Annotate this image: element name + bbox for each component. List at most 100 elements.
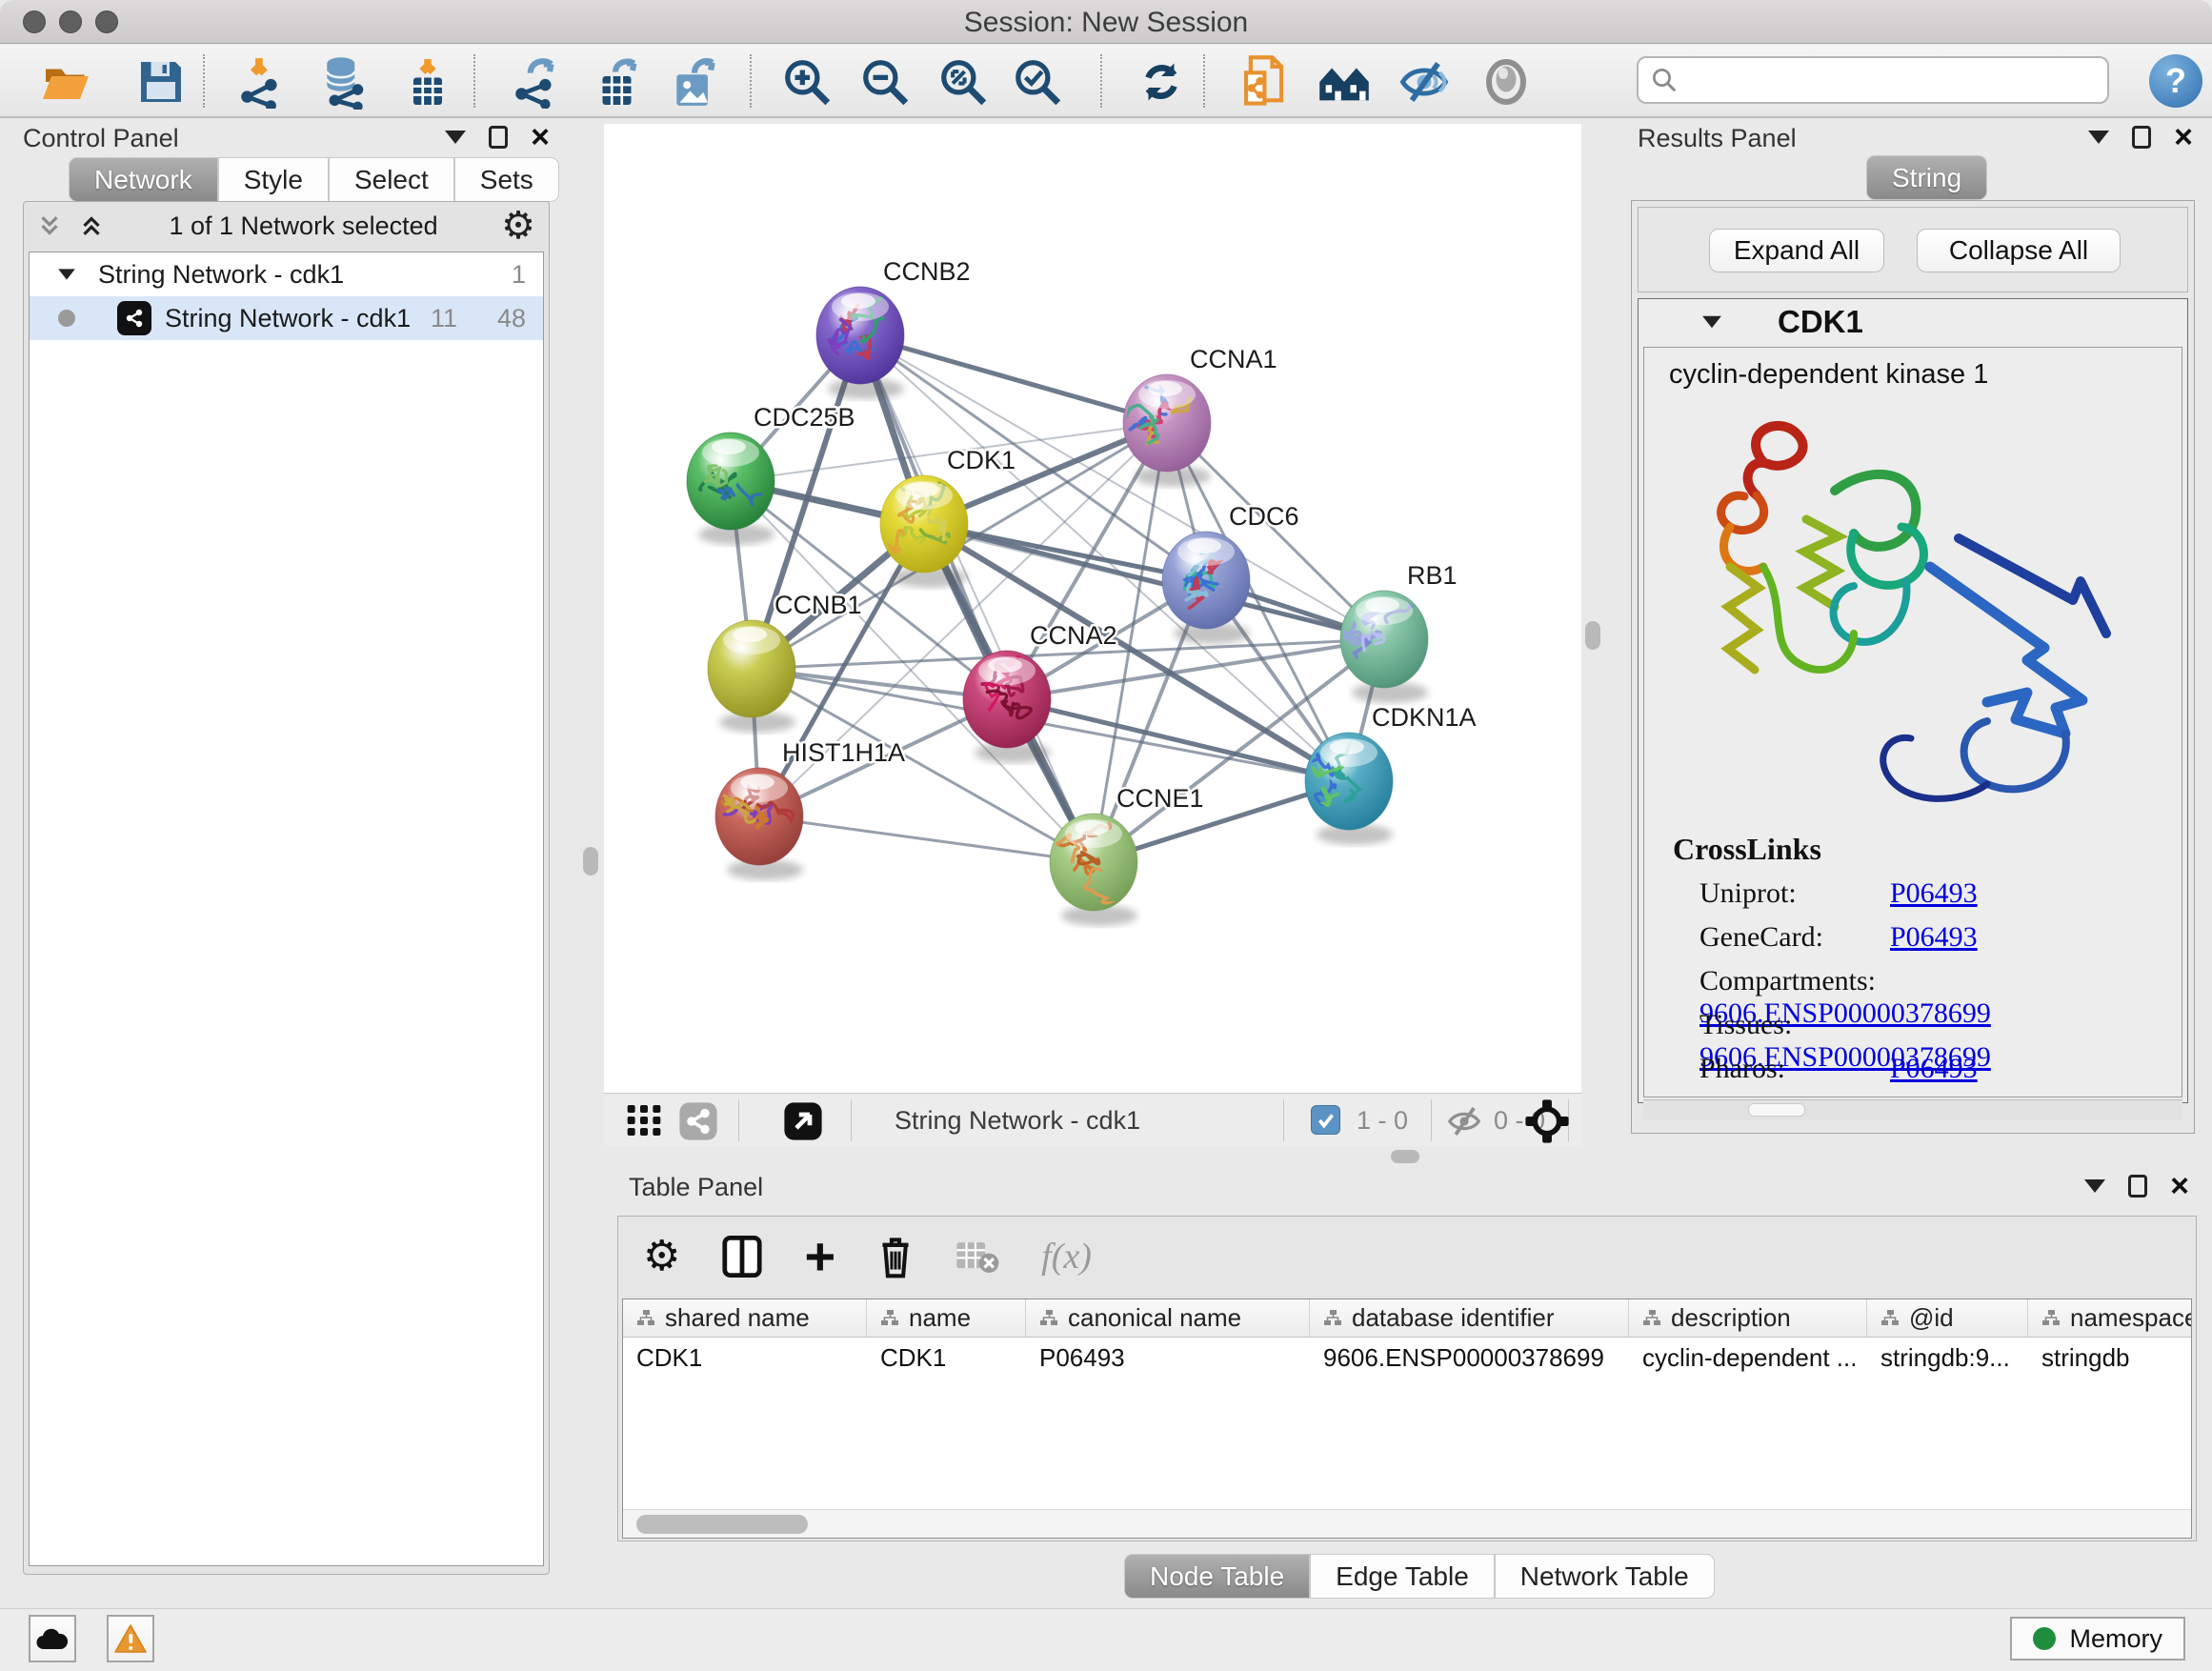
tab-network[interactable]: Network	[69, 157, 218, 202]
table-cell[interactable]: CDK1	[867, 1338, 1026, 1378]
tab-node-table[interactable]: Node Table	[1124, 1554, 1310, 1599]
crosslink-link[interactable]: P06493	[1890, 877, 1978, 909]
close-panel-icon[interactable]: ×	[2170, 1175, 2189, 1198]
panel-menu-icon[interactable]	[2088, 131, 2109, 144]
show-columns-button[interactable]	[722, 1235, 762, 1278]
string-import-button[interactable]	[1238, 54, 1294, 110]
zoom-fit-button[interactable]	[935, 54, 991, 110]
collection-expand-icon[interactable]	[58, 269, 75, 279]
table-cell[interactable]: cyclin-dependent ...	[1629, 1338, 1867, 1378]
presentation-mode-button[interactable]	[1478, 54, 1534, 110]
horizontal-splitter-handle[interactable]	[1391, 1150, 1419, 1163]
table-cell[interactable]: stringdb:9...	[1867, 1338, 2028, 1378]
expand-all-icon[interactable]	[77, 211, 106, 240]
right-splitter-handle[interactable]	[1585, 621, 1600, 650]
crosslink-label: Uniprot:	[1699, 877, 1890, 910]
panel-menu-icon[interactable]	[2084, 1179, 2105, 1193]
delete-column-button[interactable]	[877, 1235, 914, 1278]
node-label-RB1: RB1	[1407, 561, 1458, 590]
cloud-status-button[interactable]	[29, 1615, 76, 1662]
table-hscroll-thumb[interactable]	[636, 1515, 808, 1534]
table-cell[interactable]: 9606.ENSP00000378699	[1310, 1338, 1629, 1378]
save-session-button[interactable]	[133, 54, 189, 110]
column-header-database-identifier[interactable]: database identifier	[1310, 1299, 1629, 1337]
column-header-name[interactable]: name	[867, 1299, 1026, 1337]
navigator-button[interactable]	[1524, 1098, 1570, 1144]
network-node-CDKN1A[interactable]: CDKN1A	[1304, 703, 1476, 845]
entry-collapse-icon[interactable]	[1702, 316, 1721, 329]
expand-all-button[interactable]: Expand All	[1709, 229, 1884, 272]
network-canvas[interactable]: CCNB2CCNA1CDC25BCDK1CDC6RB1CCNB1CCNA2CDK…	[604, 124, 1581, 1093]
tab-select[interactable]: Select	[329, 157, 454, 202]
column-label: name	[909, 1303, 971, 1333]
network-node-HIST1H1A[interactable]: HIST1H1A	[714, 738, 905, 880]
zoom-selected-button[interactable]	[1010, 54, 1065, 110]
crosslink-link[interactable]: P06493	[1890, 1053, 1978, 1084]
column-header-namespace[interactable]: namespace	[2028, 1299, 2192, 1337]
left-splitter-handle[interactable]	[583, 847, 598, 876]
float-panel-icon[interactable]	[2128, 1175, 2147, 1198]
results-scrollbar[interactable]	[1643, 1099, 2182, 1120]
export-table-button[interactable]	[591, 54, 646, 110]
close-panel-icon[interactable]: ×	[2174, 126, 2193, 149]
table-cell[interactable]: stringdb	[2028, 1338, 2192, 1378]
network-node-RB1[interactable]: RB1	[1340, 561, 1458, 703]
hidden-elements-button[interactable]	[1446, 1103, 1482, 1139]
network-collection-row[interactable]: String Network - cdk1 1	[30, 252, 543, 296]
network-row[interactable]: String Network - cdk1 11 48	[30, 296, 543, 340]
crosslink-link[interactable]: P06493	[1890, 921, 1978, 953]
warnings-button[interactable]	[107, 1615, 154, 1662]
column-header-@id[interactable]: @id	[1867, 1299, 2028, 1337]
table-cell[interactable]: CDK1	[623, 1338, 867, 1378]
delete-table-button[interactable]	[955, 1238, 999, 1276]
close-panel-icon[interactable]: ×	[531, 126, 550, 149]
function-builder-button[interactable]: f(x)	[1041, 1236, 1092, 1278]
table-gear-icon[interactable]: ⚙	[643, 1236, 680, 1278]
zoom-out-button[interactable]	[857, 54, 913, 110]
table-hscrollbar[interactable]	[623, 1509, 2191, 1538]
open-session-button[interactable]	[38, 54, 93, 110]
table-cell[interactable]: P06493	[1026, 1338, 1310, 1378]
memory-button[interactable]: Memory	[2010, 1617, 2185, 1661]
export-network-button[interactable]	[509, 54, 564, 110]
network-node-CCNB1[interactable]: CCNB1	[708, 591, 862, 733]
network-node-CCNE1[interactable]: CCNE1	[1050, 784, 1204, 926]
collapse-all-button[interactable]: Collapse All	[1917, 229, 2121, 272]
selected-indicator-checkbox[interactable]	[1311, 1105, 1340, 1135]
zoom-in-button[interactable]	[779, 54, 835, 110]
network-edge-CCNE1-HIST1H1A[interactable]	[759, 816, 1094, 862]
table-row[interactable]: CDK1CDK1P064939606.ENSP00000378699cyclin…	[623, 1338, 2192, 1378]
network-edge-CCNB2-CCNE1[interactable]	[860, 335, 1094, 862]
column-header-description[interactable]: description	[1629, 1299, 1867, 1337]
node-label-CCNE1: CCNE1	[1116, 784, 1204, 813]
float-panel-icon[interactable]	[489, 126, 508, 149]
import-table-button[interactable]	[400, 54, 455, 110]
apply-layout-button[interactable]	[1134, 54, 1189, 110]
panel-menu-icon[interactable]	[445, 131, 466, 144]
collapse-all-icon[interactable]	[35, 211, 64, 240]
gear-icon[interactable]: ⚙	[501, 207, 535, 245]
network-node-CCNB2[interactable]: CCNB2	[816, 257, 971, 399]
string-home-button[interactable]	[1317, 54, 1372, 110]
add-column-button[interactable]: +	[804, 1235, 835, 1278]
network-node-CCNA1[interactable]: CCNA1	[1123, 345, 1277, 487]
network-edge-CCNA1-CCNB2[interactable]	[860, 335, 1167, 423]
tab-style[interactable]: Style	[218, 157, 329, 202]
column-header-shared-name[interactable]: shared name	[623, 1299, 867, 1337]
help-button[interactable]: ?	[2149, 54, 2202, 108]
search-input[interactable]	[1679, 66, 2088, 95]
import-network-from-database-button[interactable]	[316, 54, 372, 110]
export-image-button[interactable]	[667, 54, 722, 110]
column-header-canonical-name[interactable]: canonical name	[1026, 1299, 1310, 1337]
detach-view-button[interactable]	[783, 1101, 823, 1141]
float-panel-icon[interactable]	[2132, 126, 2151, 149]
tab-string[interactable]: String	[1866, 155, 1987, 200]
tab-network-table[interactable]: Network Table	[1495, 1554, 1715, 1599]
tab-sets[interactable]: Sets	[454, 157, 559, 202]
network-share-button[interactable]	[678, 1101, 718, 1141]
cdk1-entry-header[interactable]: CDK1	[1639, 299, 2187, 345]
show-hide-labels-button[interactable]	[1397, 54, 1452, 110]
tab-edge-table[interactable]: Edge Table	[1310, 1554, 1495, 1599]
birdseye-grid-button[interactable]	[625, 1101, 663, 1139]
import-network-button[interactable]	[234, 54, 290, 110]
